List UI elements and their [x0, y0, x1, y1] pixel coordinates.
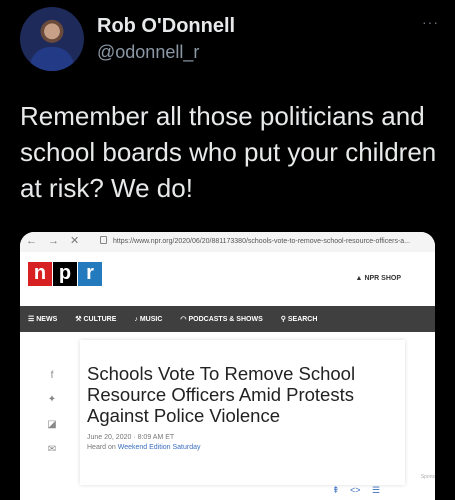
user-name[interactable]: Rob O'Donnell [97, 15, 235, 38]
npr-shop-link: ▲ NPR SHOP [355, 275, 401, 282]
search-icon: ⚲ [280, 316, 286, 323]
embed-icon: <> [350, 485, 361, 495]
nav-music: ♪ MUSIC [134, 315, 163, 323]
flipboard-icon: ◪ [47, 419, 57, 430]
email-icon: ✉ [47, 444, 57, 455]
twitter-icon: ✦ [47, 394, 57, 405]
nav-news: ☰ NEWS [28, 316, 58, 323]
lock-icon [100, 236, 107, 244]
culture-icon: ⚒ [75, 316, 82, 323]
music-icon: ♪ [134, 315, 138, 323]
nav-search: ⚲ SEARCH [280, 316, 318, 323]
bottom-toolbar: ⇞ <> ☰ [20, 482, 435, 500]
user-handle[interactable]: @odonnell_r [97, 42, 199, 63]
headphones-icon: ◠ [180, 316, 187, 323]
article-headline: Schools Vote To Remove School Resource O… [87, 363, 356, 426]
article-screenshot-card[interactable]: ← → ✕ https://www.npr.org/2020/06/20/881… [20, 232, 435, 500]
forward-arrow-icon: → [48, 235, 59, 247]
transcript-icon: ☰ [372, 485, 381, 495]
url-text: https://www.npr.org/2020/06/20/881173380… [113, 238, 411, 245]
sponsor-label: Spons [420, 474, 435, 480]
close-icon: ✕ [70, 235, 80, 247]
tweet-text: Remember all those politicians and schoo… [20, 101, 437, 203]
share-icon: ⇞ [332, 485, 340, 495]
logo-letter-n: n [28, 262, 52, 286]
nav-podcasts: ◠ PODCASTS & SHOWS [180, 316, 263, 323]
facebook-icon: f [50, 370, 54, 381]
logo-letter-r: r [78, 262, 102, 286]
menu-icon: ☰ [28, 316, 35, 323]
npr-nav-menu: ☰ NEWS ⚒ CULTURE ♪ MUSIC ◠ PODCASTS & SH… [20, 306, 435, 332]
browser-url-bar: ← → ✕ https://www.npr.org/2020/06/20/881… [20, 232, 435, 253]
more-options-icon[interactable]: ··· [422, 14, 439, 30]
show-link: Weekend Edition Saturday [117, 444, 201, 451]
shop-bag-icon: ▲ [355, 275, 363, 282]
article-date: June 20, 2020 · 8:09 AM ET [87, 434, 175, 441]
npr-header: n p r ▲ NPR SHOP [20, 252, 435, 306]
back-arrow-icon: ← [26, 235, 37, 247]
nav-culture: ⚒ CULTURE [75, 316, 117, 323]
npr-logo: n p r [28, 262, 102, 286]
heard-on-line: Heard on Weekend Edition Saturday [87, 444, 201, 451]
logo-letter-p: p [53, 262, 77, 286]
avatar[interactable] [20, 7, 84, 71]
